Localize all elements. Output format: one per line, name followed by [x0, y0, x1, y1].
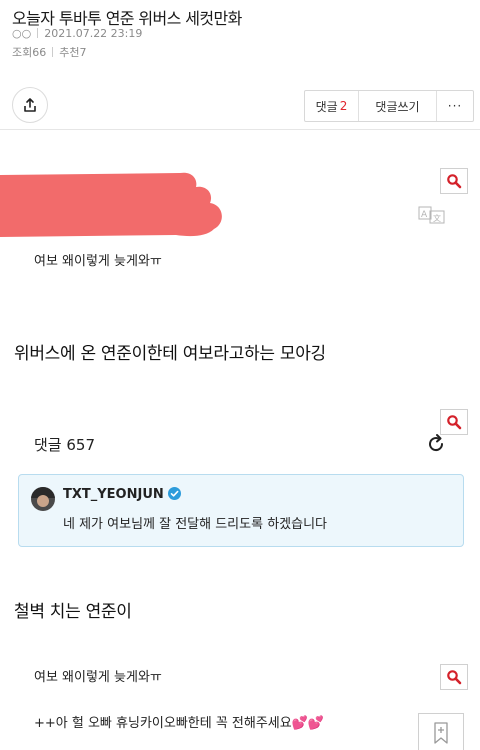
action-bar: 댓글 2 댓글쓰기 ··· — [0, 80, 480, 130]
section-heading: 철벽 치는 연준이 — [14, 602, 132, 622]
magnifier-icon — [447, 670, 462, 685]
bookmark-button[interactable] — [418, 713, 464, 750]
post-title: 오늘자 투바투 연준 위버스 세컷만화 — [12, 9, 242, 28]
view-count: 조회66 — [12, 46, 47, 59]
zoom-button[interactable] — [440, 409, 468, 435]
magnifier-icon — [447, 174, 462, 189]
zoom-button[interactable] — [440, 168, 468, 194]
section-heading: 위버스에 온 연준이한테 여보라고하는 모아깅 — [14, 344, 326, 364]
translate-icon[interactable]: A 文 — [418, 206, 446, 224]
bookmark-icon — [434, 722, 448, 744]
share-icon — [24, 98, 36, 112]
share-button[interactable] — [12, 87, 48, 123]
post-stats: 조회66 추천7 — [12, 44, 87, 60]
artist-reply-card: TXT_YEONJUN 네 제가 여보님께 잘 전달해 드리도록 하겠습니다 — [18, 474, 464, 547]
svg-text:文: 文 — [433, 213, 441, 223]
svg-text:A: A — [421, 210, 428, 220]
magnifier-icon — [447, 415, 462, 430]
redaction-mark — [0, 172, 222, 237]
reply-text: 네 제가 여보님께 잘 전달해 드리도록 하겠습니다 — [63, 517, 327, 532]
image-caption: 여보 왜이렇게 늦게와ㅠ — [34, 254, 162, 269]
comment-button[interactable]: 댓글 2 — [305, 91, 359, 121]
comment-button-group: 댓글 2 댓글쓰기 ··· — [304, 90, 474, 122]
zoom-button[interactable] — [440, 664, 468, 690]
refresh-icon[interactable] — [425, 433, 447, 455]
more-button[interactable]: ··· — [437, 91, 473, 121]
post-content: A 文 여보 왜이렇게 늦게와ㅠ 위버스에 온 연준이한테 여보라고하는 모아깅… — [0, 131, 480, 750]
image-caption: ++아 헐 오빠 휴닝카이오빠한테 꼭 전해주세요💕💕 — [34, 716, 325, 731]
comment-count: 2 — [339, 99, 348, 113]
post-date: 2021.07.22 23:19 — [44, 27, 143, 40]
write-comment-button[interactable]: 댓글쓰기 — [359, 91, 437, 121]
verified-icon — [167, 487, 181, 500]
divider — [52, 47, 54, 57]
post-header: 오늘자 투바투 연준 위버스 세컷만화 ○○ 2021.07.22 23:19 조… — [0, 0, 480, 80]
comment-count-label: 댓글 657 — [34, 436, 95, 454]
reply-username: TXT_YEONJUN — [63, 487, 181, 502]
comment-label: 댓글 — [315, 99, 338, 114]
divider — [37, 28, 39, 38]
post-meta: ○○ 2021.07.22 23:19 — [12, 27, 142, 40]
recommend-count: 추천7 — [59, 46, 87, 59]
image-caption: 여보 왜이렇게 늦게와ㅠ — [34, 670, 162, 685]
avatar[interactable] — [31, 487, 55, 511]
author-name[interactable]: ○○ — [12, 27, 31, 40]
